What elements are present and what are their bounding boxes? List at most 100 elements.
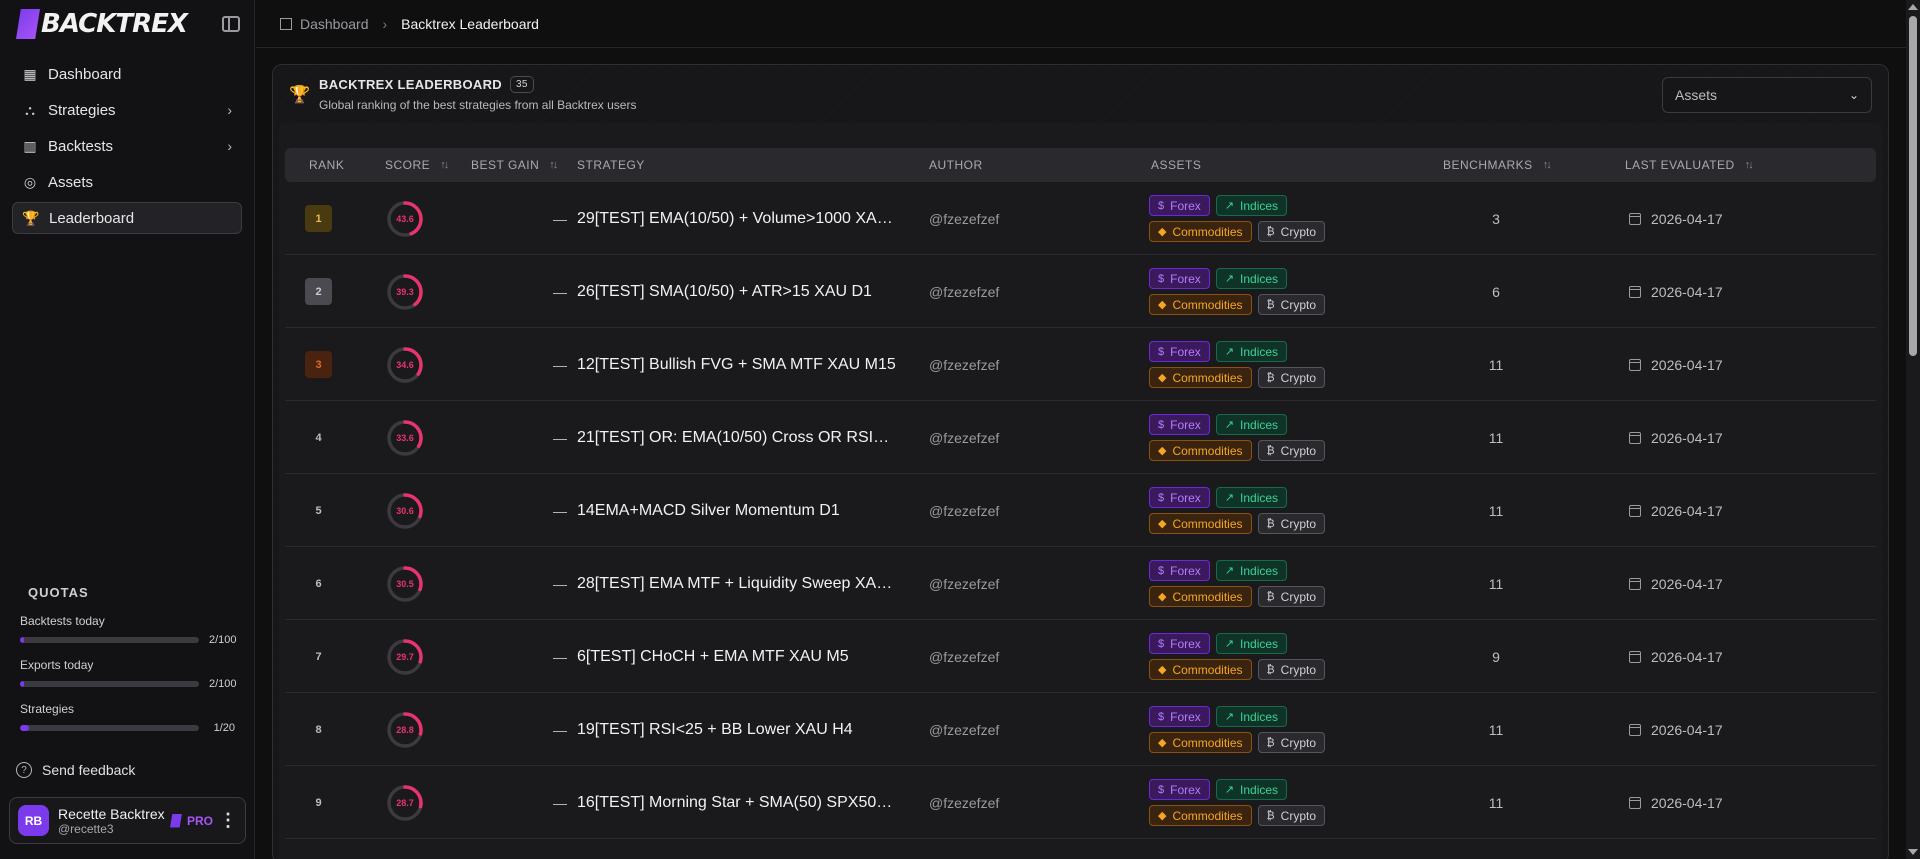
last-evaluated-date: 2026-04-17 bbox=[1629, 430, 1723, 446]
quota-label: Strategies bbox=[20, 702, 75, 716]
rank-cell: 6 bbox=[305, 547, 332, 620]
quota-progress-bar bbox=[20, 681, 199, 687]
score-cell: 39.3 bbox=[385, 255, 425, 328]
breadcrumb-current: Backtrex Leaderboard bbox=[401, 15, 539, 32]
dollar-icon: $ bbox=[1158, 199, 1165, 212]
score-ring: 28.8 bbox=[385, 710, 425, 750]
table-row[interactable]: 6 30.5 — 28[TEST] EMA MTF + Liquidity Sweep… bbox=[285, 547, 1876, 620]
line-chart-icon: ↗ bbox=[1224, 200, 1235, 212]
breadcrumb-dashboard[interactable]: Dashboard bbox=[280, 16, 369, 32]
header-score-label: SCORE bbox=[385, 158, 431, 172]
assets-filter-select[interactable]: Assets ⌄ bbox=[1662, 77, 1872, 113]
benchmarks-cell: 9 bbox=[1481, 620, 1511, 693]
forex-tag: $ Forex bbox=[1149, 414, 1210, 435]
strategy-name[interactable]: 21[TEST] OR: EMA(10/50) Cross OR RSI<30 … bbox=[577, 429, 897, 447]
author-link[interactable]: @fzezefzef bbox=[929, 357, 999, 373]
table-row[interactable]: 4 33.6 — 21[TEST] OR: EMA(10/50) Cross OR R… bbox=[285, 401, 1876, 474]
page-scrollbar[interactable] bbox=[1906, 0, 1920, 859]
table-row[interactable]: 8 28.8 — 19[TEST] RSI<25 + BB Lower XAU H4 @… bbox=[285, 693, 1876, 766]
score-value: 33.6 bbox=[396, 432, 414, 443]
sidebar-toggle-icon[interactable] bbox=[222, 16, 240, 32]
strategy-cell: 14EMA+MACD Silver Momentum D1 bbox=[577, 474, 897, 547]
table-row[interactable]: 9 28.7 — 16[TEST] Morning Star + SMA(50) SP… bbox=[285, 766, 1876, 839]
strategy-name[interactable]: 6[TEST] CHoCH + EMA MTF XAU M5 bbox=[577, 648, 897, 666]
date-value: 2026-04-17 bbox=[1651, 429, 1723, 446]
date-value: 2026-04-17 bbox=[1651, 721, 1723, 738]
line-chart-icon: ↗ bbox=[1224, 638, 1235, 650]
table-row[interactable]: 7 29.7 — 6[TEST] CHoCH + EMA MTF XAU M5 @fze… bbox=[285, 620, 1876, 693]
calendar-icon bbox=[1629, 577, 1641, 590]
logo-text: BACKTREX bbox=[41, 9, 188, 39]
table-row[interactable]: 2 39.3 — 26[TEST] SMA(10/50) + ATR>15 XAU D… bbox=[285, 255, 1876, 328]
asset-tag-row: ◆ Commodities ₿ Crypto bbox=[1149, 294, 1325, 315]
author-link[interactable]: @fzezefzef bbox=[929, 503, 999, 519]
asset-tag-row: $ Forex ↗ Indices bbox=[1149, 268, 1325, 289]
more-vertical-icon[interactable]: ⋮ bbox=[219, 810, 237, 831]
sidebar-item-backtests[interactable]: ▥ Backtests › bbox=[12, 130, 242, 162]
scrollbar-thumb[interactable] bbox=[1909, 16, 1917, 356]
table-row[interactable]: 5 30.6 — 14EMA+MACD Silver Momentum D1 @fzez… bbox=[285, 474, 1876, 547]
date-value: 2026-04-17 bbox=[1651, 794, 1723, 811]
author-link[interactable]: @fzezefzef bbox=[929, 284, 999, 300]
assets-cell: $ Forex ↗ Indices ◆ Commodities ₿ Crypto bbox=[1149, 766, 1325, 839]
quota-progress-fill bbox=[20, 681, 24, 687]
header-benchmarks[interactable]: BENCHMARKS ↑↓ bbox=[1443, 148, 1552, 182]
header-last-evaluated-label: LAST EVALUATED bbox=[1625, 158, 1735, 172]
strategy-name[interactable]: 28[TEST] EMA MTF + Liquidity Sweep XAU M… bbox=[577, 575, 897, 593]
table-row[interactable]: 1 43.6 — 29[TEST] EMA(10/50) + Volume>1000 … bbox=[285, 182, 1876, 255]
sidebar-item-dashboard[interactable]: ▦ Dashboard bbox=[12, 58, 242, 90]
rank-badge: 8 bbox=[315, 723, 322, 736]
score-value: 39.3 bbox=[396, 286, 414, 297]
author-link[interactable]: @fzezefzef bbox=[929, 795, 999, 811]
crypto-tag-label: Crypto bbox=[1280, 808, 1316, 823]
sidebar-item-strategies[interactable]: ⛬ Strategies › bbox=[12, 94, 242, 126]
strategy-name[interactable]: 12[TEST] Bullish FVG + SMA MTF XAU M15 bbox=[577, 356, 897, 374]
line-chart-icon: ↗ bbox=[1224, 492, 1235, 504]
scroll-down-arrow-icon[interactable] bbox=[1908, 849, 1918, 855]
indices-tag: ↗ Indices bbox=[1215, 414, 1288, 435]
user-name: Recette Backtrex bbox=[58, 805, 165, 822]
asset-tags: $ Forex ↗ Indices ◆ Commodities ₿ Crypto bbox=[1149, 341, 1325, 388]
strategy-name[interactable]: 26[TEST] SMA(10/50) + ATR>15 XAU D1 bbox=[577, 283, 897, 301]
rank-cell: 7 bbox=[305, 620, 332, 693]
last-evaluated-cell: 2026-04-17 bbox=[1629, 547, 1723, 620]
commodities-tag: ◆ Commodities bbox=[1149, 513, 1252, 534]
author-link[interactable]: @fzezefzef bbox=[929, 722, 999, 738]
sidebar-item-assets[interactable]: ◎ Assets bbox=[12, 166, 242, 198]
best-gain-value: — bbox=[553, 210, 567, 227]
best-gain-value: — bbox=[553, 356, 567, 373]
header-best-gain[interactable]: BEST GAIN ↑↓ bbox=[471, 148, 558, 182]
author-link[interactable]: @fzezefzef bbox=[929, 430, 999, 446]
author-link[interactable]: @fzezefzef bbox=[929, 649, 999, 665]
logo[interactable]: BACKTREX bbox=[16, 9, 188, 39]
header-score[interactable]: SCORE ↑↓ bbox=[385, 148, 449, 182]
crypto-tag: ₿ Crypto bbox=[1257, 732, 1325, 753]
score-value: 28.8 bbox=[396, 724, 414, 735]
send-feedback-button[interactable]: ? Send feedback bbox=[16, 762, 135, 778]
panel-heading: BACKTREX LEADERBOARD 35 Global ranking o… bbox=[319, 76, 636, 112]
author-link[interactable]: @fzezefzef bbox=[929, 211, 999, 227]
strategy-name[interactable]: 19[TEST] RSI<25 + BB Lower XAU H4 bbox=[577, 721, 897, 739]
asset-tag-row: $ Forex ↗ Indices bbox=[1149, 487, 1325, 508]
scroll-up-arrow-icon[interactable] bbox=[1908, 4, 1918, 10]
strategy-name[interactable]: 14EMA+MACD Silver Momentum D1 bbox=[577, 502, 897, 520]
sidebar-item-leaderboard[interactable]: 🏆 Leaderboard bbox=[12, 202, 242, 234]
last-evaluated-cell: 2026-04-17 bbox=[1629, 328, 1723, 401]
bitcoin-icon: ₿ bbox=[1266, 663, 1275, 676]
assets-cell: $ Forex ↗ Indices ◆ Commodities ₿ Crypto bbox=[1149, 182, 1325, 255]
strategy-name[interactable]: 16[TEST] Morning Star + SMA(50) SPX500 D… bbox=[577, 794, 897, 812]
score-ring: 30.5 bbox=[385, 564, 425, 604]
trophy-icon: 🏆 bbox=[289, 85, 311, 104]
header-last-evaluated[interactable]: LAST EVALUATED ↑↓ bbox=[1625, 148, 1754, 182]
table-body: 1 43.6 — 29[TEST] EMA(10/50) + Volume>1000 … bbox=[285, 182, 1876, 839]
calendar-icon bbox=[1629, 504, 1641, 517]
asset-tag-row: $ Forex ↗ Indices bbox=[1149, 414, 1325, 435]
last-evaluated-cell: 2026-04-17 bbox=[1629, 620, 1723, 693]
author-link[interactable]: @fzezefzef bbox=[929, 576, 999, 592]
table-row[interactable]: 3 34.6 — 12[TEST] Bullish FVG + SMA MTF XAU… bbox=[285, 328, 1876, 401]
best-gain-cell: — bbox=[553, 547, 567, 620]
benchmarks-cell: 11 bbox=[1481, 693, 1511, 766]
user-card[interactable]: RB Recette Backtrex @recette3 PRO ⋮ bbox=[9, 797, 246, 844]
pro-label: PRO bbox=[187, 813, 214, 828]
strategy-name[interactable]: 29[TEST] EMA(10/50) + Volume>1000 XAU H1 bbox=[577, 210, 897, 228]
